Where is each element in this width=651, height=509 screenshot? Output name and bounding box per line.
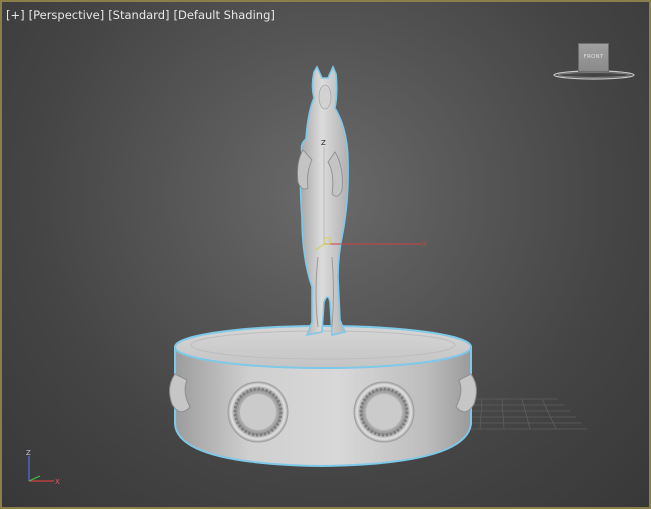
perspective-viewport[interactable]: [+] [Perspective] [Standard] [Default Sh…: [0, 0, 651, 509]
scene-canvas: Z X: [169, 65, 587, 468]
home-grid-icon: [460, 398, 587, 430]
tripod-z-label: Z: [26, 449, 31, 457]
gizmo-x-label: X: [422, 240, 427, 248]
gizmo-z-label: Z: [321, 139, 326, 147]
axis-tripod-icon: Z X: [20, 448, 70, 488]
pedestal-model[interactable]: [169, 325, 477, 468]
tripod-x-label: X: [55, 478, 60, 486]
horse-statue-model[interactable]: [297, 65, 349, 337]
